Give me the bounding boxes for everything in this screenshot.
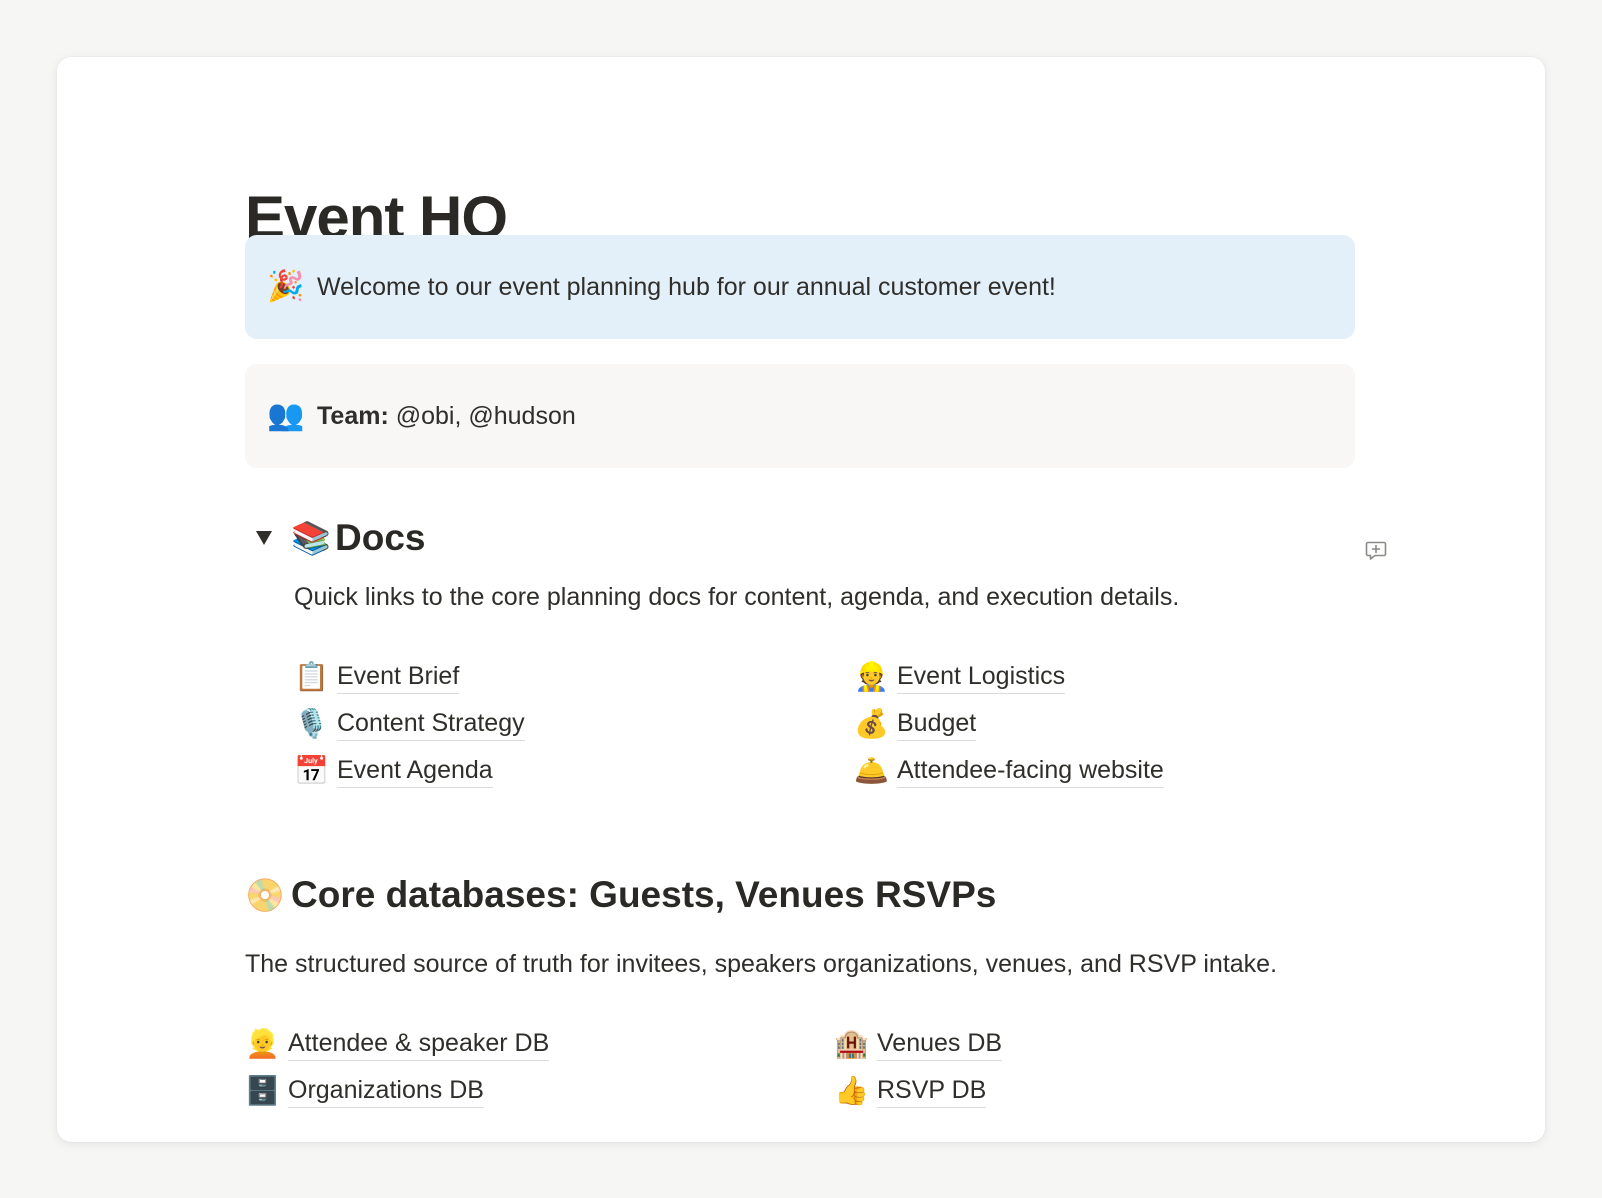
docs-link-budget[interactable]: 💰 Budget [854, 705, 1334, 742]
welcome-callout[interactable]: 🎉 Welcome to our event planning hub for … [245, 235, 1355, 339]
docs-description: Quick links to the core planning docs fo… [294, 583, 1180, 611]
file-cabinet-icon: 🗄️ [245, 1075, 280, 1106]
two-people-icon: 👥 [267, 399, 305, 432]
db-link-attendee-speaker-db[interactable]: 👱 Attendee & speaker DB [245, 1025, 834, 1062]
databases-heading-row: 📀 Core databases: Guests, Venues RSVPs [245, 871, 996, 919]
thumbs-up-icon: 👍 [834, 1075, 869, 1106]
db-link-organizations-db[interactable]: 🗄️ Organizations DB [245, 1072, 834, 1109]
clipboard-icon: 📋 [294, 661, 329, 692]
link-label[interactable]: Organizations DB [288, 1073, 484, 1108]
team-callout-text: Team: @obi, @hudson [317, 399, 576, 433]
add-comment-icon[interactable] [1365, 539, 1387, 561]
microphone-icon: 🎙️ [294, 708, 329, 739]
team-members[interactable]: @obi, @hudson [389, 402, 576, 430]
party-popper-icon: 🎉 [267, 270, 305, 303]
docs-link-event-logistics[interactable]: 👷 Event Logistics [854, 658, 1334, 695]
link-label[interactable]: Budget [897, 706, 977, 741]
link-label[interactable]: Event Logistics [897, 659, 1066, 694]
books-icon: 📚 [291, 520, 331, 556]
docs-heading[interactable]: Docs [335, 515, 425, 561]
construction-worker-icon: 👷 [854, 661, 889, 692]
money-bag-icon: 💰 [854, 708, 889, 739]
link-label[interactable]: Event Agenda [337, 753, 493, 788]
db-link-rsvp-db[interactable]: 👍 RSVP DB [834, 1072, 1314, 1109]
docs-toggle-heading: 📚 Docs [253, 515, 425, 561]
link-label[interactable]: Attendee & speaker DB [288, 1026, 550, 1061]
team-label: Team: [317, 402, 389, 430]
person-icon: 👱 [245, 1028, 280, 1059]
databases-heading[interactable]: Core databases: Guests, Venues RSVPs [291, 872, 996, 918]
page-card: Event HQ 🎉 Welcome to our event planning… [57, 57, 1545, 1142]
link-label[interactable]: RSVP DB [877, 1073, 987, 1108]
toggle-caret-icon[interactable] [253, 515, 275, 561]
welcome-callout-text: Welcome to our event planning hub for ou… [317, 273, 1056, 301]
disc-icon: 📀 [245, 877, 285, 913]
docs-link-list: 📋 Event Brief 👷 Event Logistics 🎙️ Content St… [294, 658, 1334, 789]
databases-link-list: 👱 Attendee & speaker DB 🏨 Venues DB 🗄️ Organi… [245, 1025, 1314, 1109]
calendar-icon: 📅 [294, 755, 329, 786]
link-label[interactable]: Event Brief [337, 659, 460, 694]
bell-icon: 🛎️ [854, 755, 889, 786]
link-label[interactable]: Venues DB [877, 1026, 1003, 1061]
db-link-venues-db[interactable]: 🏨 Venues DB [834, 1025, 1314, 1062]
docs-link-attendee-facing-website[interactable]: 🛎️ Attendee-facing website [854, 752, 1334, 789]
hotel-icon: 🏨 [834, 1028, 869, 1059]
docs-link-content-strategy[interactable]: 🎙️ Content Strategy [294, 705, 854, 742]
link-label[interactable]: Content Strategy [337, 706, 525, 741]
docs-link-event-brief[interactable]: 📋 Event Brief [294, 658, 854, 695]
databases-description: The structured source of truth for invit… [245, 950, 1278, 978]
link-label[interactable]: Attendee-facing website [897, 753, 1164, 788]
docs-link-event-agenda[interactable]: 📅 Event Agenda [294, 752, 854, 789]
team-callout[interactable]: 👥 Team: @obi, @hudson [245, 364, 1355, 468]
